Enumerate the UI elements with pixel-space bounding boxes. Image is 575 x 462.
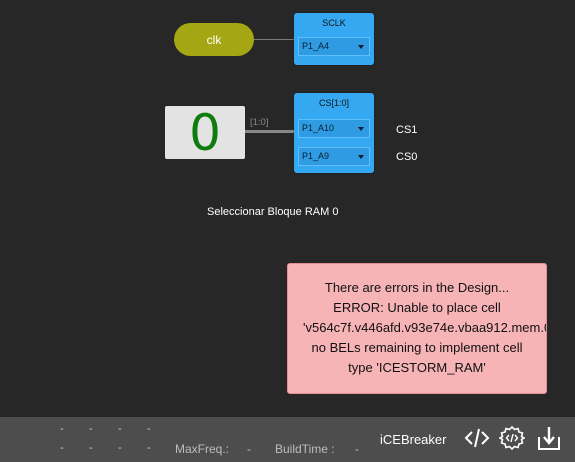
sclk-pin-value: P1_A4 (302, 41, 330, 51)
error-line: type 'ICESTORM_RAM' (348, 360, 486, 375)
download-icon[interactable] (536, 425, 562, 451)
clk-wire (254, 39, 295, 40)
error-line: 'v564c7f.v446afd.v93e74e.vbaa912.mem.0.0… (303, 320, 547, 335)
error-line: ERROR: Unable to place cell (333, 300, 501, 315)
constant-value: 0 (189, 103, 221, 162)
design-canvas[interactable]: clk SCLK P1_A4 0 [1:0] CS[1:0] P1_A10 P1… (0, 0, 575, 417)
buildtime-value: - (355, 442, 359, 456)
cs1-pin-value: P1_A10 (302, 123, 335, 133)
chevron-down-icon (358, 45, 364, 49)
buildtime-label: BuildTime : (275, 442, 335, 456)
cs0-pin-value: P1_A9 (302, 151, 330, 161)
cs-output-block[interactable]: CS[1:0] P1_A10 P1_A9 (294, 93, 374, 173)
clk-input-block[interactable]: clk (174, 23, 254, 56)
status-placeholder: - (60, 423, 64, 435)
board-name[interactable]: iCEBreaker (380, 432, 446, 447)
status-placeholder: - (118, 423, 122, 435)
sclk-pin-select[interactable]: P1_A4 (298, 37, 370, 56)
cs1-output-label: CS1 (396, 124, 418, 136)
maxfreq-value: - (247, 442, 251, 456)
maxfreq-label: MaxFreq.: (175, 442, 230, 456)
status-placeholder: - (60, 442, 64, 454)
cs0-pin-select[interactable]: P1_A9 (298, 147, 370, 166)
sclk-title: SCLK (322, 18, 346, 28)
cs-title: CS[1:0] (318, 98, 349, 108)
status-placeholder: - (118, 442, 122, 454)
clk-label: clk (206, 32, 222, 47)
settings-code-icon[interactable] (499, 425, 525, 451)
error-notification[interactable]: There are errors in the Design... ERROR:… (287, 263, 547, 394)
code-icon[interactable] (464, 425, 490, 451)
constant-block[interactable]: 0 (165, 103, 245, 162)
bus-width-label: [1:0] (250, 117, 269, 128)
cs0-output-label: CS0 (396, 151, 418, 163)
sclk-output-block[interactable]: SCLK P1_A4 (294, 13, 374, 65)
block-caption: Seleccionar Bloque RAM 0 (207, 206, 339, 218)
error-line: There are errors in the Design... (324, 280, 510, 295)
cs-bus-wire (245, 130, 295, 133)
status-placeholder: - (147, 442, 151, 454)
chevron-down-icon (358, 127, 364, 131)
cs1-pin-select[interactable]: P1_A10 (298, 119, 370, 138)
status-placeholder: - (89, 442, 93, 454)
status-placeholder: - (147, 423, 151, 435)
status-placeholder: - (89, 423, 93, 435)
error-line: no BELs remaining to implement cell (311, 340, 523, 355)
chevron-down-icon (358, 155, 364, 159)
